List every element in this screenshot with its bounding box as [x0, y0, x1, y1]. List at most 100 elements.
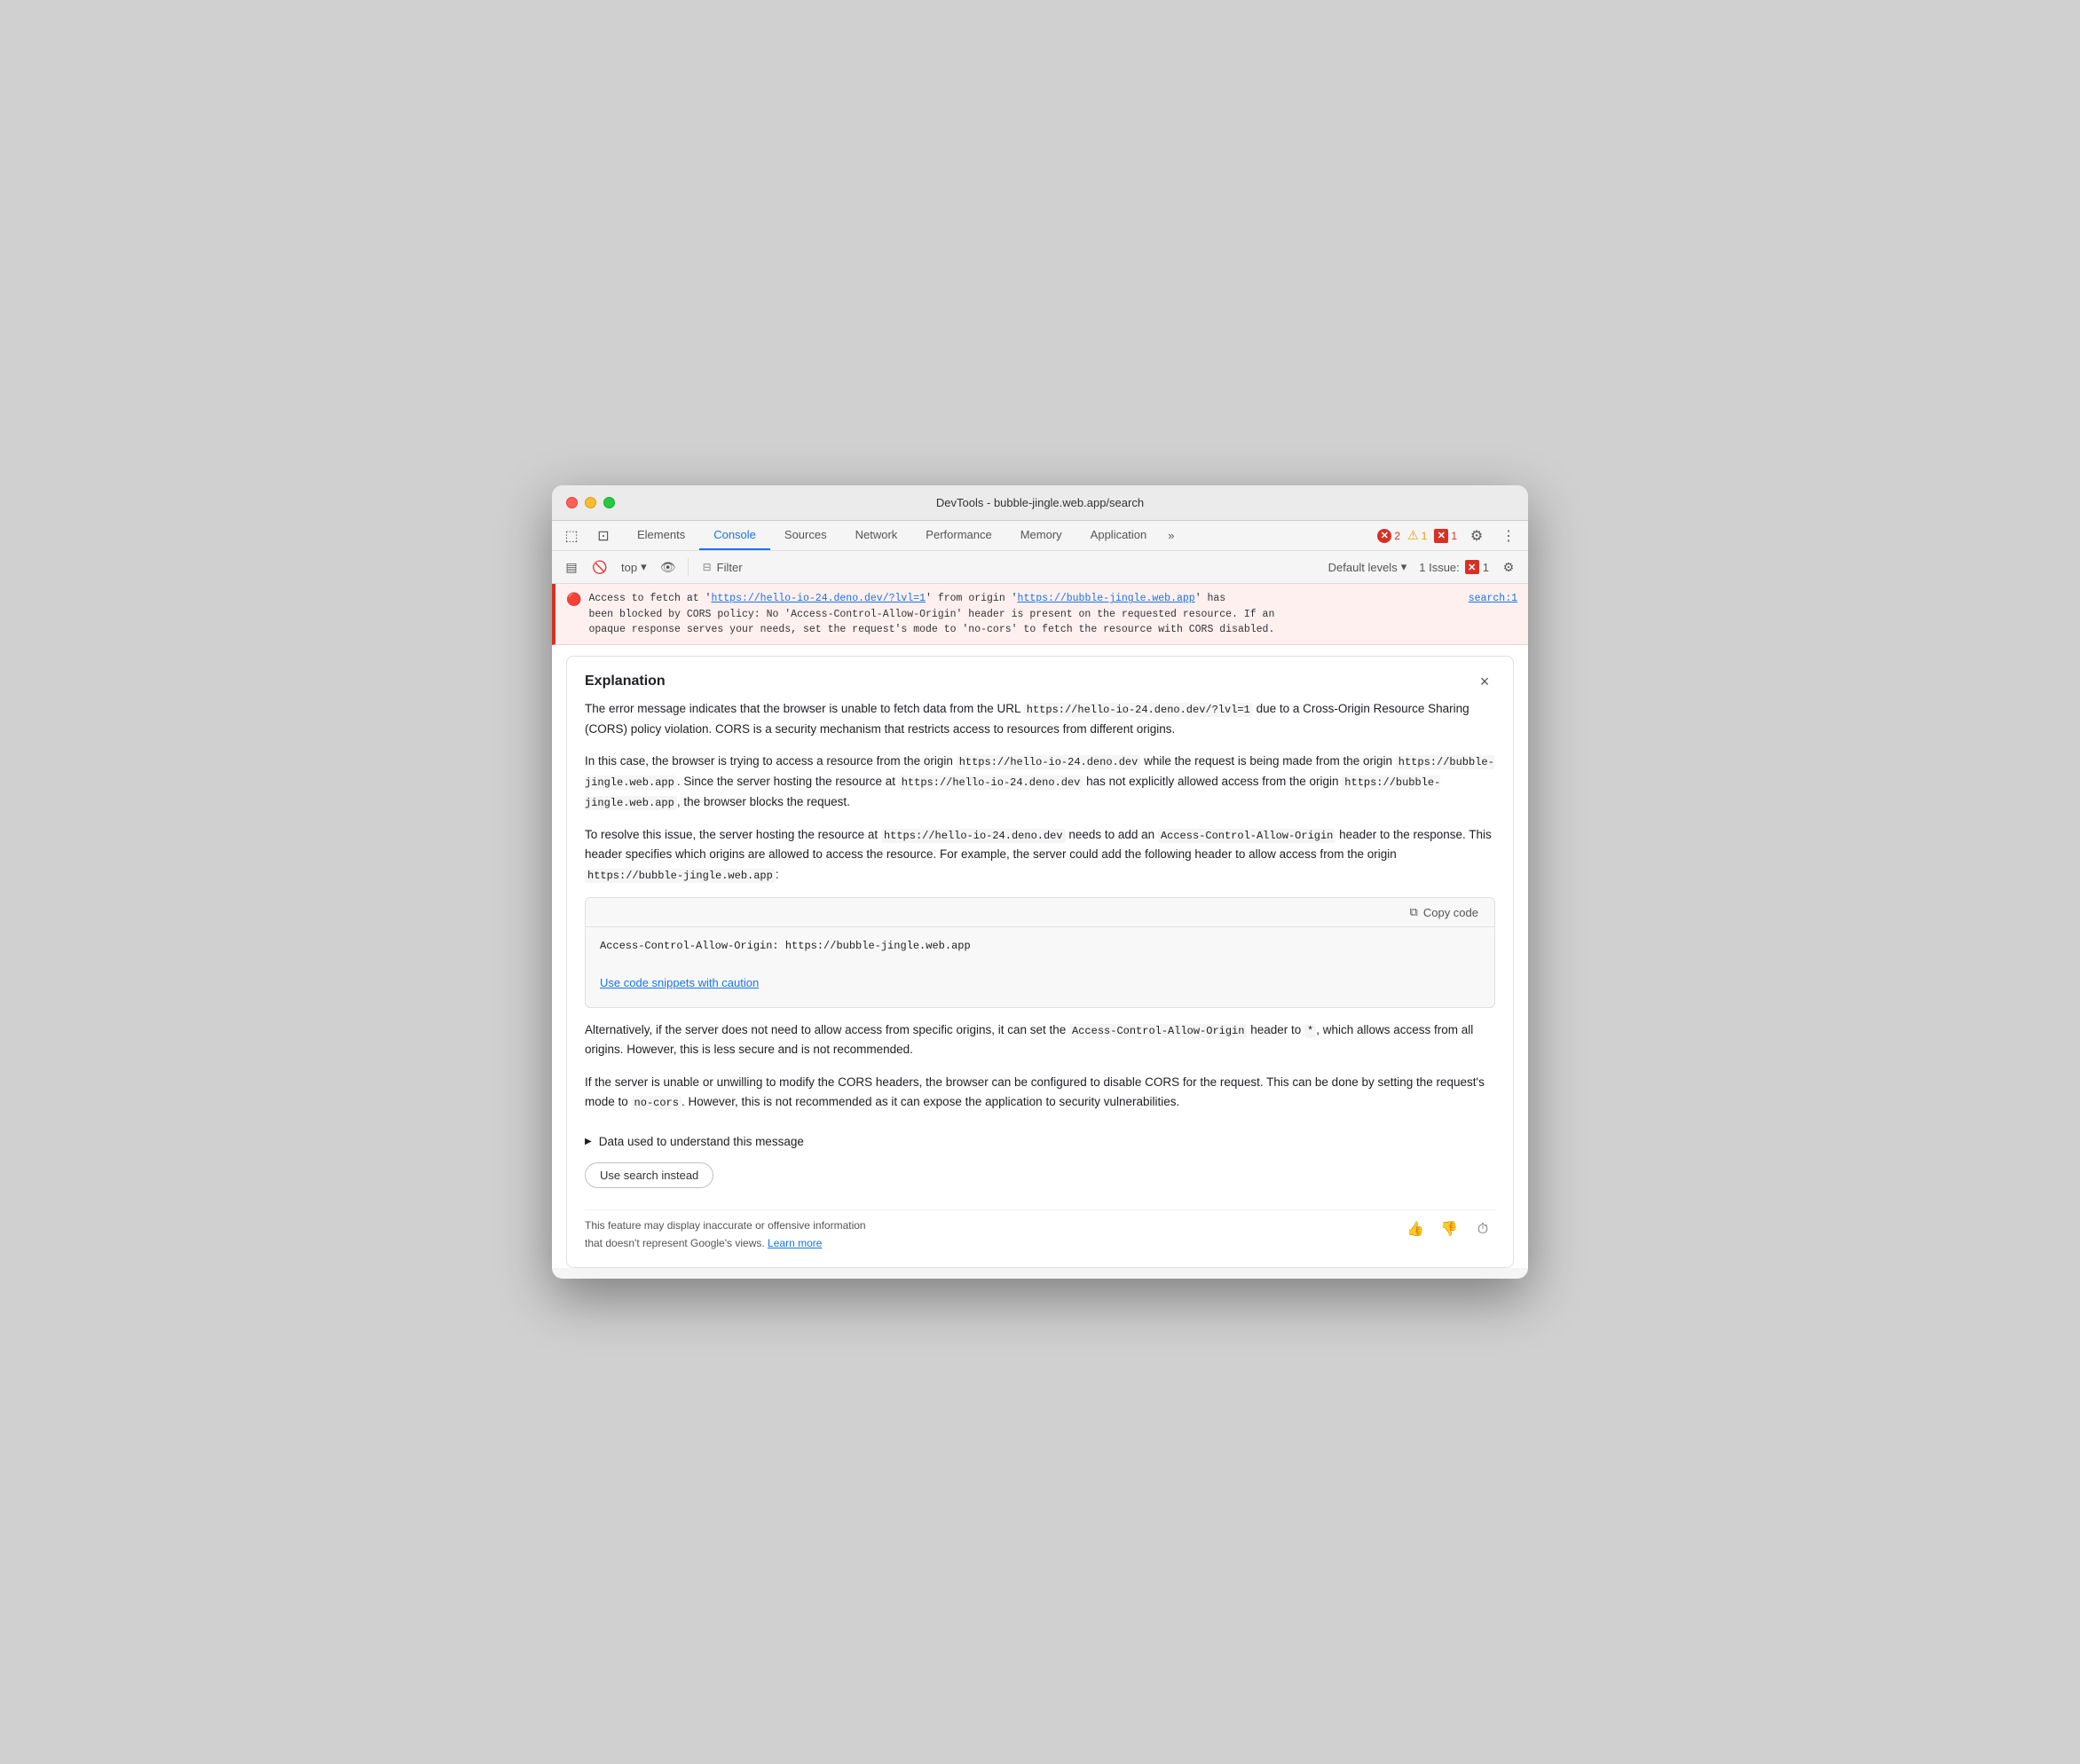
warning-badge[interactable]: ⚠ 1	[1407, 528, 1427, 543]
titlebar: DevTools - bubble-jingle.web.app/search	[552, 485, 1528, 521]
data-used-toggle[interactable]: Data used to understand this message	[585, 1132, 1495, 1152]
explanation-p1: The error message indicates that the bro…	[585, 699, 1495, 739]
eye-icon[interactable]: 👁	[656, 555, 681, 579]
code-block: ⧉ Copy code Access-Control-Allow-Origin:…	[585, 897, 1495, 1007]
error-text-mid1: ' from origin '	[926, 593, 1018, 604]
tab-network[interactable]: Network	[841, 521, 912, 550]
explanation-p1-code: https://hello-io-24.deno.dev/?lvl=1	[1024, 703, 1253, 717]
error-url1-link[interactable]: https://hello-io-24.deno.dev/?lvl=1	[711, 593, 926, 604]
explanation-p5: If the server is unable or unwilling to …	[585, 1073, 1495, 1113]
tab-sources[interactable]: Sources	[770, 521, 841, 550]
filter-area[interactable]: ⊟ Filter	[696, 559, 750, 576]
default-levels-arrow: ▾	[1401, 560, 1407, 574]
explanation-p3: To resolve this issue, the server hostin…	[585, 825, 1495, 886]
disclaimer-row: This feature may display inaccurate or o…	[585, 1209, 1495, 1253]
context-label: top	[621, 561, 637, 574]
warning-count: 1	[1422, 530, 1428, 542]
use-search-button[interactable]: Use search instead	[585, 1162, 713, 1188]
error-source-link[interactable]: search:1	[1469, 591, 1517, 606]
minimize-button[interactable]	[585, 497, 596, 508]
issue-icon: ✕	[1434, 529, 1448, 543]
explanation-panel: Explanation × The error message indicate…	[566, 656, 1514, 1268]
explanation-p3-code1: https://hello-io-24.deno.dev	[881, 829, 1066, 843]
code-snippet: Access-Control-Allow-Origin: https://bub…	[586, 927, 1494, 966]
more-options-icon[interactable]: ⋮	[1496, 524, 1521, 548]
explanation-header: Explanation ×	[567, 657, 1513, 699]
explanation-p4-code2: *	[1304, 1024, 1316, 1038]
console-error-row: 🔴 Access to fetch at 'https://hello-io-2…	[552, 584, 1528, 645]
more-tabs-button[interactable]: »	[1161, 521, 1181, 550]
main-tabs: Elements Console Sources Network Perform…	[623, 521, 1182, 550]
console-toolbar: ▤ 🚫 top ▾ 👁 ⊟ Filter Default levels ▾ 1 …	[552, 551, 1528, 584]
error-icon: ✕	[1377, 529, 1391, 543]
data-used-section: Data used to understand this message Use…	[585, 1125, 1495, 1209]
error-badge[interactable]: ✕ 2	[1377, 529, 1400, 543]
tab-icon-group: ⬚ ⊡	[559, 524, 616, 548]
explanation-title: Explanation	[585, 673, 666, 689]
settings-icon[interactable]: ⚙	[1464, 524, 1489, 548]
filter-icon: ⊟	[703, 561, 712, 573]
toolbar-separator	[688, 558, 689, 576]
context-arrow: ▾	[641, 560, 647, 574]
learn-more-link[interactable]: Learn more	[768, 1237, 822, 1249]
issues-count: 1	[1483, 561, 1489, 574]
caution-link[interactable]: Use code snippets with caution	[600, 973, 1480, 992]
copy-icon: ⧉	[1410, 905, 1418, 919]
inspect-element-icon[interactable]: ⬚	[559, 524, 584, 548]
devtools-window: DevTools - bubble-jingle.web.app/search …	[552, 485, 1528, 1278]
tab-memory[interactable]: Memory	[1006, 521, 1076, 550]
window-title: DevTools - bubble-jingle.web.app/search	[936, 496, 1144, 509]
report-icon[interactable]: ⏱	[1470, 1217, 1495, 1242]
thumbs-down-icon[interactable]: 👎	[1437, 1217, 1462, 1242]
error-row-text: Access to fetch at 'https://hello-io-24.…	[588, 591, 1457, 637]
explanation-p4-code1: Access-Control-Allow-Origin	[1069, 1024, 1247, 1038]
device-toolbar-icon[interactable]: ⊡	[591, 524, 616, 548]
explanation-p2-code3: https://hello-io-24.deno.dev	[899, 776, 1083, 790]
filter-label: Filter	[717, 561, 743, 574]
explanation-p3-code3: https://bubble-jingle.web.app	[585, 869, 776, 883]
error-text-before: Access to fetch at '	[588, 593, 711, 604]
maximize-button[interactable]	[603, 497, 615, 508]
sidebar-toggle-icon[interactable]: ▤	[559, 555, 584, 579]
feedback-icons: 👍 👎 ⏱	[1403, 1217, 1495, 1242]
error-line2: been blocked by CORS policy: No 'Access-…	[588, 609, 1274, 620]
issue-badge[interactable]: ✕ 1	[1434, 529, 1457, 543]
tabs-bar: ⬚ ⊡ Elements Console Sources Network Per…	[552, 521, 1528, 551]
issues-icon: ✕	[1465, 560, 1479, 574]
error-count: 2	[1394, 530, 1400, 542]
error-row-icon: 🔴	[566, 592, 581, 610]
default-levels-selector[interactable]: Default levels ▾	[1323, 558, 1413, 576]
error-line3: opaque response serves your needs, set t…	[588, 624, 1274, 635]
issue-count: 1	[1451, 530, 1457, 542]
tabs-right-controls: ✕ 2 ⚠ 1 ✕ 1 ⚙ ⋮	[1377, 524, 1521, 548]
use-search-area: Use search instead	[585, 1162, 1495, 1202]
error-url2-link[interactable]: https://bubble-jingle.web.app	[1018, 593, 1195, 604]
settings-console-icon[interactable]: ⚙	[1496, 555, 1521, 579]
caution-area: Use code snippets with caution	[586, 973, 1494, 1006]
explanation-p5-code: no-cors	[632, 1096, 682, 1110]
tab-application[interactable]: Application	[1076, 521, 1162, 550]
tab-elements[interactable]: Elements	[623, 521, 699, 550]
copy-code-button[interactable]: ⧉ Copy code	[1405, 903, 1484, 921]
explanation-p2: In this case, the browser is trying to a…	[585, 752, 1495, 812]
issues-text: 1 Issue:	[1419, 561, 1460, 574]
error-text-has: ' has	[1195, 593, 1226, 604]
traffic-lights	[566, 497, 615, 508]
explanation-p2-code1: https://hello-io-24.deno.dev	[957, 755, 1141, 769]
toolbar-right: Default levels ▾ 1 Issue: ✕ 1 ⚙	[1323, 555, 1521, 579]
default-levels-label: Default levels	[1328, 561, 1398, 574]
issues-label: 1 Issue: ✕ 1	[1419, 560, 1489, 574]
console-area: 🔴 Access to fetch at 'https://hello-io-2…	[552, 584, 1528, 1267]
context-selector[interactable]: top ▾	[616, 558, 652, 576]
explanation-close-button[interactable]: ×	[1474, 671, 1495, 692]
explanation-p3-code2: Access-Control-Allow-Origin	[1158, 829, 1335, 843]
code-block-header: ⧉ Copy code	[586, 898, 1494, 927]
thumbs-up-icon[interactable]: 👍	[1403, 1217, 1428, 1242]
close-button[interactable]	[566, 497, 578, 508]
clear-console-icon[interactable]: 🚫	[587, 555, 612, 579]
warning-icon: ⚠	[1407, 528, 1419, 543]
disclaimer-text: This feature may display inaccurate or o…	[585, 1217, 869, 1253]
tab-console[interactable]: Console	[699, 521, 770, 550]
explanation-p4: Alternatively, if the server does not ne…	[585, 1020, 1495, 1060]
tab-performance[interactable]: Performance	[911, 521, 1005, 550]
